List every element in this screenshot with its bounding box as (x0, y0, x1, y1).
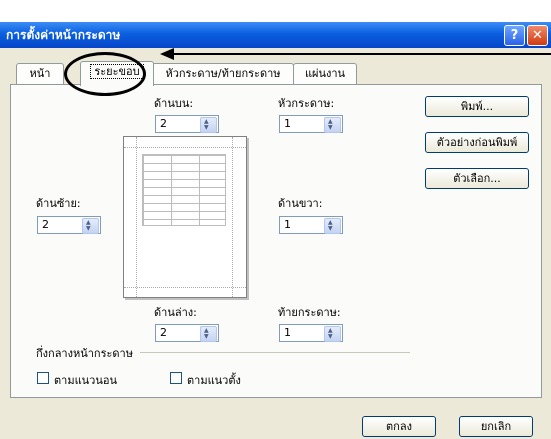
bottom-margin-label: ด้านล่าง: (154, 306, 197, 319)
header-margin-label: หัวกระดาษ: (278, 97, 335, 110)
print-button[interactable]: พิมพ์... (425, 96, 529, 117)
spin-arrows[interactable]: ▲ ▼ (200, 326, 217, 342)
spinner-value: 1 (284, 117, 291, 130)
tab-page[interactable]: หน้า (16, 63, 64, 85)
right-margin-spinner[interactable]: 1 ▲ ▼ (279, 216, 343, 234)
top-margin-label: ด้านบน: (154, 97, 194, 110)
preview-grid (142, 154, 226, 226)
ok-button[interactable]: ตกลง (362, 416, 436, 437)
preview-bottom-margin-line (124, 287, 246, 288)
spinner-value: 1 (284, 326, 291, 339)
dialog-body: หน้า ระยะขอบ หัวกระดาษ/ท้ายกระดาษ แผ่นงา… (0, 48, 551, 439)
bottom-margin-spinner[interactable]: 2 ▲ ▼ (155, 324, 219, 342)
close-button[interactable]: ✕ (527, 25, 548, 46)
spin-arrows[interactable]: ▲ ▼ (324, 326, 341, 342)
preview-top-margin-line (124, 147, 246, 148)
spinner-value: 1 (284, 218, 291, 231)
center-vertically-label: ตามแนวตั้ง (187, 374, 241, 387)
window-title: การตั้งค่าหน้ากระดาษ (6, 28, 121, 42)
cancel-button[interactable]: ยกเลิก (459, 416, 533, 437)
center-horizontally-checkbox[interactable] (37, 372, 49, 384)
annotation-arrow (160, 48, 551, 60)
spinner-value: 2 (42, 218, 49, 231)
right-margin-label: ด้านขวา: (278, 197, 323, 210)
header-margin-spinner[interactable]: 1 ▲ ▼ (279, 115, 343, 133)
spinner-value: 2 (160, 117, 167, 130)
print-preview-button[interactable]: ตัวอย่างก่อนพิมพ์ (425, 132, 529, 153)
spin-arrows[interactable]: ▲ ▼ (82, 218, 99, 234)
spin-arrows[interactable]: ▲ ▼ (200, 117, 217, 133)
center-on-page-label: กึ่งกลางหน้ากระดาษ (36, 347, 133, 360)
options-button[interactable]: ตัวเลือก... (425, 168, 529, 189)
tab-label: หน้า (29, 67, 51, 80)
help-button[interactable]: ? (504, 25, 525, 46)
tab-header-footer[interactable]: หัวกระดาษ/ท้ายกระดาษ (152, 63, 294, 85)
preview-right-margin-line (232, 137, 233, 297)
left-margin-spinner[interactable]: 2 ▲ ▼ (37, 216, 101, 234)
tab-label: แผ่นงาน (304, 67, 346, 80)
footer-margin-label: ท้ายกระดาษ: (278, 306, 341, 319)
center-horizontally-label: ตามแนวนอน (54, 374, 118, 387)
spin-arrows[interactable]: ▲ ▼ (324, 117, 341, 133)
page-preview (123, 136, 247, 298)
help-icon: ? (510, 28, 519, 43)
spinner-value: 2 (160, 326, 167, 339)
top-margin-spinner[interactable]: 2 ▲ ▼ (155, 115, 219, 133)
tab-label: หัวกระดาษ/ท้ายกระดาษ (165, 67, 281, 80)
title-bar: การตั้งค่าหน้ากระดาษ ? ✕ (0, 22, 551, 48)
close-icon: ✕ (532, 28, 543, 43)
center-vertically-checkbox[interactable] (170, 372, 182, 384)
preview-left-margin-line (136, 137, 137, 297)
annotation-circle (64, 52, 146, 96)
spin-arrows[interactable]: ▲ ▼ (324, 218, 341, 234)
tab-sheet[interactable]: แผ่นงาน (293, 63, 357, 85)
left-margin-label: ด้านซ้าย: (36, 197, 81, 210)
footer-margin-spinner[interactable]: 1 ▲ ▼ (279, 324, 343, 342)
group-divider (140, 352, 410, 353)
